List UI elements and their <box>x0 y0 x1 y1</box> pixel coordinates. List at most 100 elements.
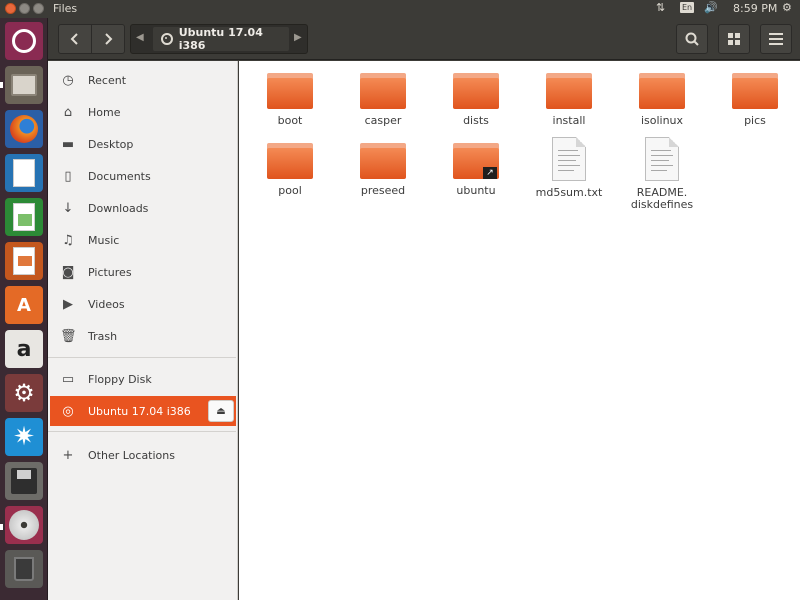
launcher: A a ⚙ ✷ <box>0 18 48 600</box>
file-item-md5sum[interactable]: md5sum.txt <box>526 137 612 199</box>
grid-icon <box>728 33 740 45</box>
sidebar-item-pictures[interactable]: ◙ Pictures <box>50 257 236 287</box>
search-button[interactable] <box>676 24 708 54</box>
sidebar-item-recent[interactable]: ◷ Recent <box>50 65 236 95</box>
folder-icon <box>267 143 313 179</box>
dvd-icon[interactable] <box>5 506 43 544</box>
sidebar-item-label: Pictures <box>88 265 132 279</box>
files-icon[interactable] <box>5 66 43 104</box>
sidebar-item-ubuntu-disc[interactable]: ◎ Ubuntu 17.04 i386 ⏏ <box>50 396 236 426</box>
sidebar-separator <box>48 357 236 358</box>
folder-link-icon: ↗ <box>453 143 499 179</box>
sidebar-item-downloads[interactable]: ↓ Downloads <box>50 193 236 223</box>
folder-icon <box>546 73 592 109</box>
window-minimize-button[interactable] <box>19 3 30 14</box>
file-name: boot <box>277 114 303 127</box>
sidebar-item-trash[interactable]: 🗑 Trash <box>50 321 236 351</box>
file-name: dists <box>463 114 489 127</box>
writer-icon[interactable] <box>5 154 43 192</box>
path-crumb-label: Ubuntu 17.04 i386 <box>178 26 263 52</box>
trash-icon[interactable] <box>5 550 43 588</box>
sidebar-item-label: Documents <box>88 169 151 183</box>
path-bar: ◀ Ubuntu 17.04 i386 ▶ <box>130 24 308 54</box>
firefox-icon[interactable] <box>5 110 43 148</box>
menu-button[interactable] <box>760 24 792 54</box>
sidebar-item-desktop[interactable]: ▬ Desktop <box>50 129 236 159</box>
running-indicator <box>0 524 3 530</box>
calc-icon[interactable] <box>5 198 43 236</box>
sidebar-item-label: Trash <box>88 329 118 343</box>
software-center-icon[interactable]: A <box>5 286 43 324</box>
gear-icon[interactable]: ⚙ <box>782 1 792 14</box>
eject-button[interactable]: ⏏ <box>208 400 234 422</box>
file-name: pool <box>278 184 302 197</box>
sidebar-item-home[interactable]: ⌂ Home <box>50 97 236 127</box>
file-item-install[interactable]: install <box>526 73 612 127</box>
grid-view-button[interactable] <box>718 24 750 54</box>
sidebar-item-label: Recent <box>88 73 127 87</box>
file-grid: boot casper dists install isolinux pics … <box>239 61 800 600</box>
file-item-casper[interactable]: casper <box>340 73 426 127</box>
disc-icon <box>161 33 173 45</box>
network-icon[interactable]: ⇅ <box>656 1 665 14</box>
file-name: ubuntu <box>456 184 496 197</box>
plus-icon: + <box>62 447 74 463</box>
file-name: isolinux <box>640 114 684 127</box>
sidebar-item-music[interactable]: ♫ Music <box>50 225 236 255</box>
floppy-icon: ▭ <box>61 371 75 387</box>
folder-icon <box>639 73 685 109</box>
sidebar-item-label: Other Locations <box>88 448 175 462</box>
sidebar-item-documents[interactable]: ▯ Documents <box>50 161 236 191</box>
file-name: casper <box>364 114 402 127</box>
hamburger-icon <box>769 33 783 45</box>
path-scroll-left-icon[interactable]: ◀ <box>136 32 144 43</box>
keyboard-layout-indicator[interactable]: En <box>680 2 695 13</box>
clock[interactable]: 8:59 PM <box>733 2 777 15</box>
ubuntu-dash-icon[interactable] <box>5 22 43 60</box>
file-item-readme-diskdefines[interactable]: README. diskdefines <box>619 137 705 211</box>
file-name: pics <box>744 114 766 127</box>
download-icon: ↓ <box>62 200 74 216</box>
document-icon: ▯ <box>64 168 72 184</box>
disc-icon: ◎ <box>62 403 74 419</box>
file-item-pool[interactable]: pool <box>247 143 333 197</box>
file-name: install <box>552 114 586 127</box>
impress-icon[interactable] <box>5 242 43 280</box>
back-button[interactable] <box>58 24 92 54</box>
folder-icon: ▬ <box>61 136 75 152</box>
file-name: md5sum.txt <box>535 186 603 199</box>
path-crumb-current[interactable]: Ubuntu 17.04 i386 <box>153 26 289 52</box>
sidebar-item-videos[interactable]: ▶ Videos <box>50 289 236 319</box>
video-icon: ▶ <box>63 296 73 312</box>
running-indicator <box>0 82 3 88</box>
clock-icon: ◷ <box>62 72 74 88</box>
text-file-icon <box>552 137 586 181</box>
app-title: Files <box>53 2 78 15</box>
folder-icon <box>453 73 499 109</box>
window-maximize-button[interactable] <box>33 3 44 14</box>
text-file-icon <box>645 137 679 181</box>
camera-icon: ◙ <box>61 264 75 280</box>
path-scroll-right-icon[interactable]: ▶ <box>294 32 302 43</box>
volume-icon[interactable]: 🔊 <box>704 1 718 14</box>
file-item-preseed[interactable]: preseed <box>340 143 426 197</box>
window-close-button[interactable] <box>5 3 16 14</box>
sidebar-item-label: Ubuntu 17.04 i386 <box>88 404 191 418</box>
file-item-pics[interactable]: pics <box>712 73 798 127</box>
sidebar-separator <box>48 431 236 432</box>
amazon-icon[interactable]: a <box>5 330 43 368</box>
sidebar-item-floppy-disk[interactable]: ▭ Floppy Disk <box>50 364 236 394</box>
sidebar-item-label: Floppy Disk <box>88 372 152 386</box>
sidebar-item-other-locations[interactable]: + Other Locations <box>50 440 236 470</box>
floppy-icon[interactable] <box>5 462 43 500</box>
file-item-ubuntu[interactable]: ↗ ubuntu <box>433 143 519 197</box>
transmission-icon[interactable]: ✷ <box>5 418 43 456</box>
file-item-boot[interactable]: boot <box>247 73 333 127</box>
forward-button[interactable] <box>91 24 125 54</box>
system-settings-icon[interactable]: ⚙ <box>5 374 43 412</box>
sidebar-item-label: Downloads <box>88 201 149 215</box>
file-item-dists[interactable]: dists <box>433 73 519 127</box>
file-item-isolinux[interactable]: isolinux <box>619 73 705 127</box>
folder-icon <box>732 73 778 109</box>
chevron-right-icon <box>105 33 113 45</box>
